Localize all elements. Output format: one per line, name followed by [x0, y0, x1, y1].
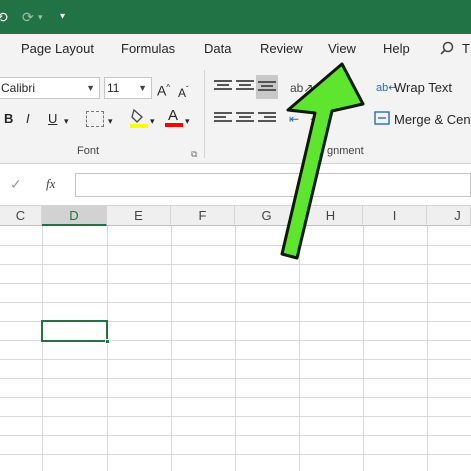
ribbon: Calibri ▼ 11 ▼ A^ Aˇ B I U ▾ ▾ ▾ A ▾ Fon… — [0, 64, 471, 164]
search-text[interactable]: T — [462, 41, 470, 56]
grow-font-label: A — [157, 82, 167, 99]
title-bar: ⟲ ⟳ ▾ ▾ — [0, 0, 471, 34]
align-right-icon[interactable] — [258, 112, 276, 126]
undo-icon[interactable]: ⟲ — [0, 7, 8, 27]
fill-dropdown-icon[interactable]: ▾ — [150, 111, 155, 131]
gridline — [0, 302, 471, 303]
redo-dropdown-icon[interactable]: ▾ — [38, 7, 43, 27]
tab-page-layout[interactable]: Page Layout — [21, 41, 94, 56]
column-header-j[interactable]: J — [427, 206, 471, 226]
tab-help[interactable]: Help — [383, 41, 410, 56]
italic-button[interactable]: I — [26, 109, 30, 129]
gridline — [0, 454, 471, 455]
gridline — [0, 283, 471, 284]
search-icon[interactable] — [440, 41, 454, 58]
increase-indent-icon[interactable]: ⇥ — [310, 109, 320, 129]
enter-check-icon[interactable]: ✓ — [10, 176, 22, 193]
top-align-icon[interactable] — [214, 80, 232, 94]
column-header-h[interactable]: H — [299, 206, 363, 226]
gridline — [0, 416, 471, 417]
customize-qat-icon[interactable]: ▾ — [60, 7, 65, 27]
insert-function-button[interactable]: fx — [46, 176, 55, 192]
underline-button[interactable]: U — [48, 109, 57, 129]
align-left-icon[interactable] — [214, 112, 232, 126]
fill-handle[interactable] — [105, 339, 110, 344]
font-group-label: Font — [77, 145, 100, 157]
column-header-i[interactable]: I — [363, 206, 427, 226]
bottom-align-icon — [258, 81, 276, 95]
font-color-dropdown-icon[interactable]: ▾ — [185, 111, 190, 131]
shrink-font-label: A — [178, 86, 187, 100]
merge-center-icon — [374, 110, 390, 132]
svg-text:A: A — [168, 107, 178, 124]
font-color-icon: A — [165, 107, 183, 127]
underline-dropdown-icon[interactable]: ▾ — [64, 111, 69, 131]
bottom-align-button[interactable] — [256, 75, 278, 99]
font-size-box[interactable]: 11 ▼ — [104, 77, 152, 99]
column-header-g[interactable]: G — [235, 206, 299, 226]
redo-icon[interactable]: ⟳ — [22, 7, 34, 27]
gridline — [0, 378, 471, 379]
column-header-d[interactable]: D — [42, 206, 107, 226]
shrink-font-button[interactable]: Aˇ — [178, 80, 189, 103]
middle-align-icon[interactable] — [236, 80, 254, 94]
bold-button[interactable]: B — [4, 109, 13, 129]
tab-data[interactable]: Data — [204, 41, 231, 56]
font-color-button[interactable]: A — [165, 106, 183, 134]
gridline — [0, 245, 471, 246]
alignment-group-label: gnment — [327, 145, 364, 157]
column-header-c[interactable]: C — [0, 206, 42, 226]
group-separator — [204, 70, 205, 158]
align-center-icon[interactable] — [236, 112, 254, 126]
chevron-down-icon[interactable]: ▼ — [138, 78, 147, 98]
borders-dropdown-icon[interactable]: ▾ — [108, 111, 113, 131]
tab-view[interactable]: View — [328, 41, 356, 56]
gridline — [0, 435, 471, 436]
wrap-text-button[interactable]: Wrap Text — [394, 78, 452, 98]
paint-bucket-icon — [130, 108, 148, 128]
formula-input[interactable] — [75, 173, 471, 197]
ribbon-tabs: Page Layout Formulas Data Review View He… — [0, 34, 471, 64]
merge-center-button[interactable]: Merge & Cente — [394, 110, 471, 130]
gridline — [0, 397, 471, 398]
column-header-f[interactable]: F — [171, 206, 235, 226]
dialog-launcher-icon[interactable]: ⧉ — [191, 144, 197, 164]
column-header-e[interactable]: E — [107, 206, 171, 226]
font-size-value: 11 — [107, 81, 120, 95]
grow-font-button[interactable]: A^ — [157, 78, 170, 101]
orientation-icon[interactable]: ab↗ — [290, 78, 313, 98]
gridline — [0, 264, 471, 265]
font-name-value: Calibri — [1, 81, 36, 95]
active-cell[interactable] — [41, 320, 110, 344]
decrease-indent-icon[interactable]: ⇤ — [289, 109, 299, 129]
formula-bar: ✓ fx — [0, 165, 471, 206]
borders-icon[interactable] — [86, 111, 104, 127]
font-name-box[interactable]: Calibri ▼ — [0, 77, 100, 99]
chevron-down-icon[interactable]: ▼ — [86, 78, 95, 98]
tab-formulas[interactable]: Formulas — [121, 41, 175, 56]
fill-color-button[interactable] — [130, 108, 148, 134]
gridline — [0, 359, 471, 360]
tab-review[interactable]: Review — [260, 41, 303, 56]
